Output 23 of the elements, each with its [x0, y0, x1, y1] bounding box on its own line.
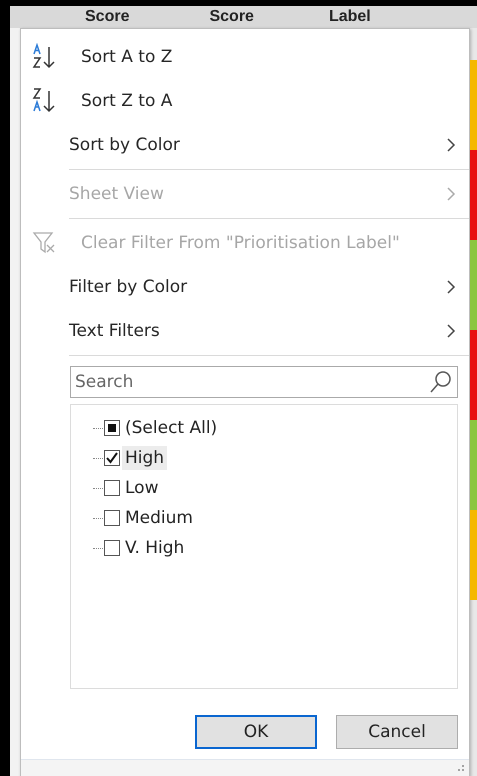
- checkbox[interactable]: [104, 540, 120, 556]
- value-label[interactable]: High: [122, 446, 168, 470]
- search-field[interactable]: Search: [70, 366, 458, 398]
- column-header: Label: [328, 7, 371, 27]
- value-label[interactable]: (Select All): [122, 416, 220, 440]
- checkbox[interactable]: [104, 450, 120, 466]
- menu-item[interactable]: Filter by Color: [21, 265, 469, 309]
- checkbox[interactable]: [104, 420, 120, 436]
- menu-item[interactable]: Text Filters: [21, 309, 469, 353]
- checkbox[interactable]: [104, 480, 120, 496]
- column-header: Score: [85, 7, 130, 27]
- value-label[interactable]: V. High: [122, 536, 188, 560]
- resize-grip-icon[interactable]: [457, 764, 465, 772]
- column-header: Score: [209, 7, 254, 27]
- menu-item[interactable]: Sort Z to A: [21, 79, 469, 123]
- menu-item[interactable]: Sort by Color: [21, 123, 469, 167]
- cancel-button[interactable]: Cancel: [336, 715, 458, 749]
- value-label[interactable]: Low: [122, 476, 162, 500]
- value-label[interactable]: Medium: [122, 506, 196, 530]
- search-icon: [429, 370, 453, 394]
- menu-item[interactable]: Sort A to Z: [21, 35, 469, 79]
- ok-button[interactable]: OK: [195, 715, 317, 749]
- checkbox[interactable]: [104, 510, 120, 526]
